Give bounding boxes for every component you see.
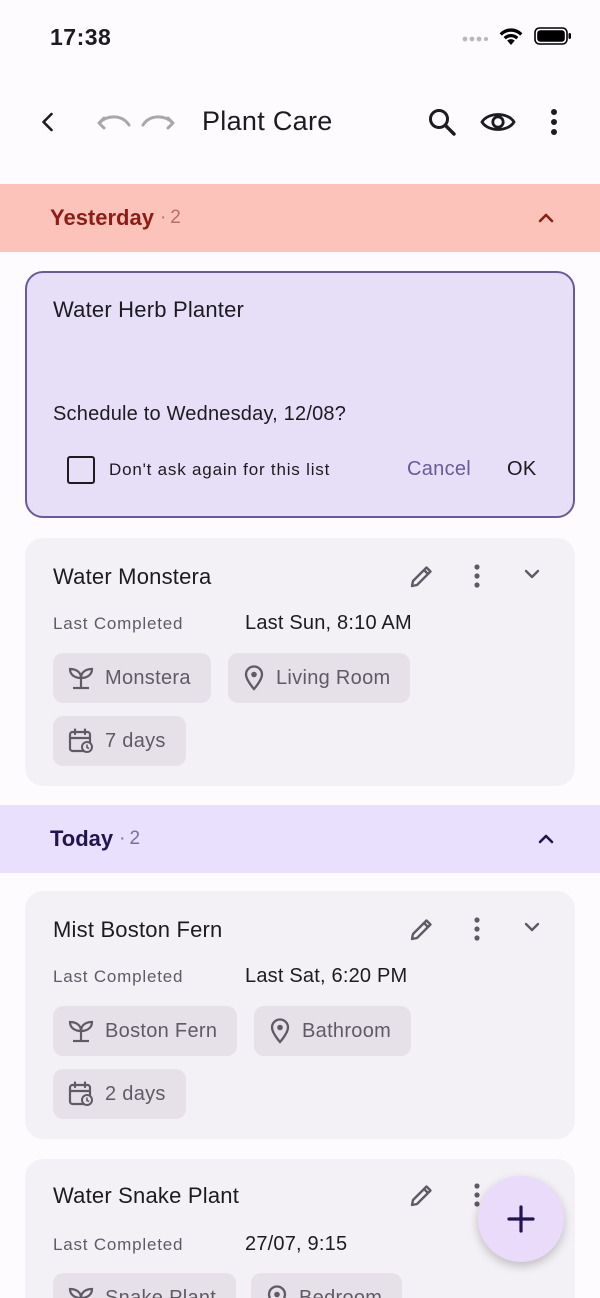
interval-chip-label: 7 days	[105, 729, 166, 752]
location-pin-icon	[267, 1285, 287, 1298]
prompt-question: Schedule to Wednesday, 12/08?	[53, 403, 347, 425]
location-pin-icon	[244, 665, 264, 691]
last-completed-value: 27/07, 9:15	[245, 1233, 348, 1255]
undo-icon	[97, 115, 131, 130]
status-time: 17:38	[50, 24, 112, 50]
last-completed-label: Last Completed	[53, 967, 184, 986]
location-chip[interactable]: Bathroom	[254, 1006, 412, 1056]
section-title: Today	[50, 826, 114, 851]
interval-chip-label: 2 days	[105, 1082, 166, 1105]
section-count: 2	[129, 828, 141, 849]
task-title: Mist Boston Fern	[53, 917, 223, 942]
location-chip[interactable]: Bedroom	[251, 1273, 403, 1298]
undo-button[interactable]	[92, 100, 136, 144]
plant-chip[interactable]: Snake Plant	[53, 1273, 237, 1298]
status-bar: 17:38	[0, 0, 600, 76]
signal-icon	[462, 30, 488, 48]
section-header-today[interactable]: Today · 2	[0, 805, 600, 873]
section-title: Yesterday	[50, 205, 154, 230]
status-icons	[462, 26, 572, 51]
back-button[interactable]	[26, 100, 70, 144]
task-more-button[interactable]	[457, 556, 497, 596]
edit-button[interactable]	[402, 1175, 442, 1215]
interval-chip[interactable]: 2 days	[53, 1069, 186, 1119]
sprout-icon	[68, 1287, 94, 1298]
edit-button[interactable]	[402, 556, 442, 596]
sprout-icon	[68, 667, 94, 690]
cancel-button[interactable]: Cancel	[407, 458, 471, 481]
location-pin-icon	[270, 1018, 290, 1044]
section-count: 2	[170, 207, 181, 228]
app-bar: Plant Care	[0, 86, 600, 158]
chevron-down-icon	[524, 569, 540, 579]
redo-icon	[141, 115, 175, 130]
eye-icon	[480, 113, 516, 131]
pencil-icon	[410, 919, 432, 941]
edit-button[interactable]	[402, 909, 442, 949]
task-title: Water Monstera	[53, 564, 212, 589]
location-chip-label: Bedroom	[299, 1286, 383, 1298]
interval-chip[interactable]: 7 days	[53, 716, 186, 766]
chevron-down-icon	[524, 922, 540, 932]
plant-chip[interactable]: Boston Fern	[53, 1006, 238, 1056]
reschedule-prompt-card: Water Herb Planter Schedule to Wednesday…	[25, 271, 575, 518]
search-icon	[429, 109, 456, 136]
wifi-icon	[498, 26, 524, 51]
section-header-yesterday[interactable]: Yesterday · 2	[0, 184, 600, 252]
location-chip-label: Living Room	[276, 666, 391, 689]
task-more-button[interactable]	[457, 909, 497, 949]
ok-button[interactable]: OK	[507, 458, 537, 481]
visibility-button[interactable]	[476, 100, 520, 144]
chevron-up-icon[interactable]	[532, 204, 560, 232]
chevron-up-icon[interactable]	[532, 825, 560, 853]
add-task-button[interactable]	[478, 1176, 564, 1262]
sprout-icon	[68, 1020, 94, 1043]
last-completed-label: Last Completed	[53, 1235, 184, 1254]
search-button[interactable]	[420, 100, 464, 144]
last-completed-label: Last Completed	[53, 614, 184, 633]
expand-button[interactable]	[512, 907, 552, 947]
plant-chip[interactable]: Monstera	[53, 653, 211, 703]
page-title: Plant Care	[202, 106, 333, 136]
dont-ask-again-checkbox[interactable]	[67, 456, 95, 484]
section-separator: ·	[119, 828, 126, 849]
pencil-icon	[410, 1185, 432, 1207]
section-separator: ·	[159, 207, 167, 228]
calendar-repeat-icon	[68, 1081, 93, 1106]
pencil-icon	[410, 566, 432, 588]
plant-chip-label: Monstera	[105, 666, 191, 689]
back-arrow-icon	[42, 112, 53, 132]
task-title: Water Snake Plant	[53, 1183, 240, 1208]
last-completed-value: Last Sun, 8:10 AM	[245, 612, 412, 634]
more-vert-icon	[474, 1183, 480, 1207]
dont-ask-again-label: Don't ask again for this list	[109, 460, 331, 479]
location-chip[interactable]: Living Room	[228, 653, 411, 703]
more-vert-icon	[474, 917, 480, 941]
calendar-repeat-icon	[68, 728, 93, 753]
last-completed-value: Last Sat, 6:20 PM	[245, 965, 408, 987]
location-chip-label: Bathroom	[302, 1019, 392, 1042]
battery-icon	[534, 27, 572, 50]
prompt-task-title: Water Herb Planter	[53, 297, 245, 322]
task-card[interactable]: Water Monstera Last Completed Last Sun, …	[25, 538, 575, 786]
plus-icon	[507, 1205, 535, 1233]
expand-button[interactable]	[512, 554, 552, 594]
redo-button[interactable]	[136, 100, 180, 144]
more-options-button[interactable]	[532, 100, 576, 144]
task-card[interactable]: Mist Boston Fern Last Completed Last Sat…	[25, 891, 575, 1139]
more-vert-icon	[551, 109, 557, 135]
plant-chip-label: Boston Fern	[105, 1019, 218, 1042]
plant-chip-label: Snake Plant	[105, 1286, 217, 1298]
more-vert-icon	[474, 564, 480, 588]
